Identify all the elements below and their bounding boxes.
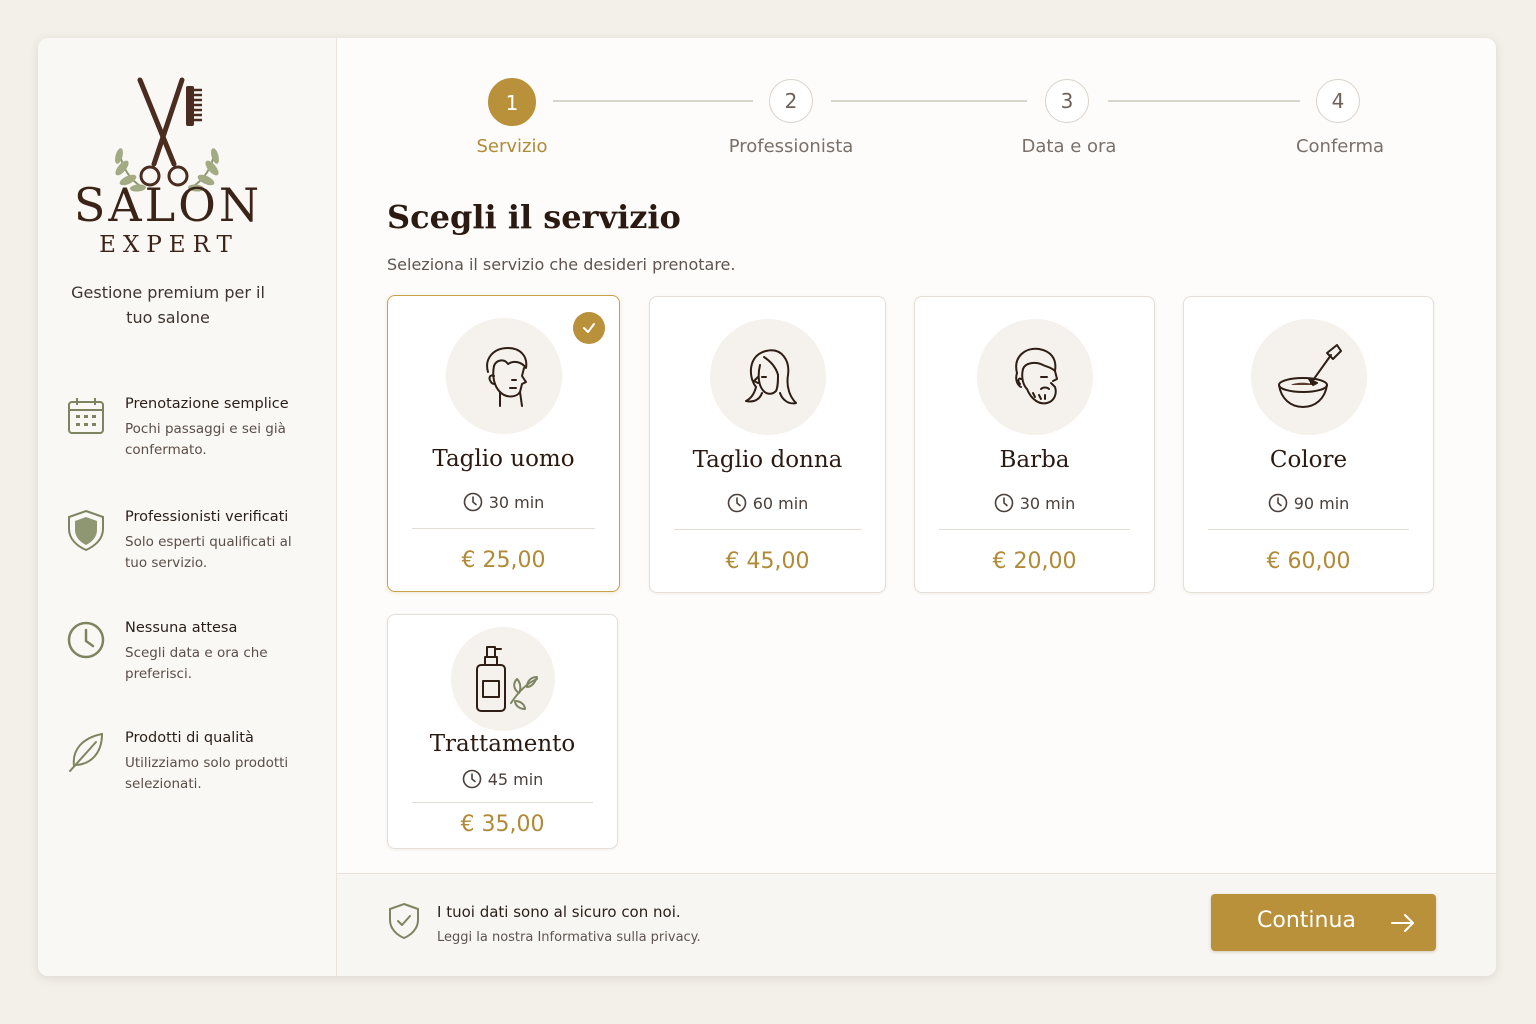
feature-description: Solo esperti qualificati al tuo servizio… — [125, 534, 292, 571]
footer-bar: I tuoi dati sono al sicuro con noi. Legg… — [337, 873, 1496, 976]
shield-icon — [68, 509, 104, 551]
step-2-circle[interactable]: 2 — [769, 79, 813, 123]
feature-description: Utilizziamo solo prodotti selezionati. — [125, 755, 289, 792]
step-4-label[interactable]: Conferma — [1296, 136, 1384, 157]
feature-title: Prenotazione semplice — [125, 396, 289, 412]
service-icon-bg — [1250, 319, 1367, 435]
continue-label: Continua — [1257, 908, 1356, 933]
step-3-label[interactable]: Data e ora — [1022, 136, 1117, 157]
service-card-taglio-uomo[interactable]: Taglio uomo 30 min € 25,00 — [387, 295, 620, 592]
step-connector — [831, 100, 1027, 102]
service-name: Trattamento — [429, 731, 576, 757]
service-price: € 60,00 — [1266, 549, 1351, 574]
calendar-icon — [68, 398, 104, 434]
brand-name: SALON — [73, 178, 263, 232]
feature-title: Prodotti di qualità — [125, 730, 254, 746]
service-duration-text: 90 min — [1293, 494, 1350, 513]
service-duration: 30 min — [388, 492, 619, 512]
service-duration: 45 min — [388, 769, 617, 789]
color-bowl-brush-icon — [1277, 344, 1342, 408]
card-divider — [412, 528, 595, 529]
privacy-title: I tuoi dati sono al sicuro con noi. — [437, 903, 681, 921]
card-divider — [674, 529, 861, 530]
woman-head-icon — [744, 349, 797, 405]
clock-icon — [994, 493, 1013, 513]
step-connector — [553, 100, 753, 102]
shield-check-icon — [389, 902, 419, 940]
leaf-icon — [69, 732, 104, 772]
brand-tagline: Gestione premium per il tuo salone — [71, 283, 265, 327]
arrow-right-icon — [1391, 914, 1414, 932]
service-price: € 25,00 — [461, 548, 546, 573]
continue-button[interactable]: Continua — [1211, 894, 1436, 951]
step-1-label[interactable]: Servizio — [476, 136, 547, 157]
clock-icon — [462, 769, 481, 789]
clock-icon — [463, 492, 482, 512]
service-icon-bg — [445, 318, 562, 434]
service-duration: 30 min — [915, 493, 1154, 513]
service-card-colore[interactable]: Colore 90 min € 60,00 — [1183, 296, 1434, 593]
service-duration: 90 min — [1184, 493, 1433, 513]
step-3-circle[interactable]: 3 — [1045, 79, 1089, 123]
card-divider — [939, 529, 1130, 530]
feature-description: Pochi passaggi e sei già confermato. — [125, 421, 286, 458]
bottle-leaf-icon — [475, 646, 538, 712]
step-1-circle[interactable]: 1 — [488, 78, 536, 126]
service-card-trattamento[interactable]: Trattamento 45 min € 35,00 — [387, 614, 618, 849]
man-head-icon — [485, 347, 527, 407]
service-card-taglio-donna[interactable]: Taglio donna 60 min € 45,00 — [649, 296, 886, 593]
service-price: € 35,00 — [460, 812, 545, 837]
service-card-barba[interactable]: Barba 30 min € 20,00 — [914, 296, 1155, 593]
page-subtitle: Seleziona il servizio che desideri preno… — [387, 255, 736, 274]
service-icon-bg — [450, 627, 555, 731]
service-duration-text: 60 min — [752, 494, 809, 513]
step-2-label[interactable]: Professionista — [729, 136, 854, 157]
service-duration-text: 45 min — [487, 770, 544, 789]
card-divider — [1208, 529, 1409, 530]
service-name: Taglio uomo — [432, 446, 575, 472]
service-name: Colore — [1269, 447, 1348, 473]
booking-app: SALON EXPERT Gestione premium per il tuo… — [38, 38, 1496, 976]
brand-subtitle: EXPERT — [99, 232, 239, 258]
service-icon-bg — [709, 319, 826, 435]
service-icon-bg — [976, 319, 1093, 435]
main-content: 1 Servizio 2 Professionista 3 Data e ora… — [337, 38, 1496, 873]
selected-check-icon — [573, 312, 605, 344]
feature-title: Professionisti verificati — [125, 509, 289, 525]
service-duration-text: 30 min — [488, 493, 545, 512]
clock-icon — [727, 493, 746, 513]
page-title: Scegli il servizio — [387, 198, 681, 236]
step-4-circle[interactable]: 4 — [1316, 79, 1360, 123]
clock-icon — [1268, 493, 1287, 513]
step-connector — [1108, 100, 1300, 102]
service-price: € 45,00 — [725, 549, 810, 574]
service-name: Barba — [999, 447, 1070, 473]
service-duration: 60 min — [650, 493, 885, 513]
feature-title: Nessuna attesa — [125, 620, 238, 636]
privacy-link[interactable]: Leggi la nostra Informativa sulla privac… — [437, 930, 701, 945]
clock-icon — [67, 621, 105, 659]
service-name: Taglio donna — [692, 447, 843, 473]
service-duration-text: 30 min — [1019, 494, 1076, 513]
beard-icon — [1014, 347, 1058, 405]
service-price: € 20,00 — [992, 549, 1077, 574]
sidebar: SALON EXPERT Gestione premium per il tuo… — [38, 38, 337, 976]
feature-description: Scegli data e ora che preferisci. — [125, 645, 268, 682]
card-divider — [412, 802, 593, 803]
